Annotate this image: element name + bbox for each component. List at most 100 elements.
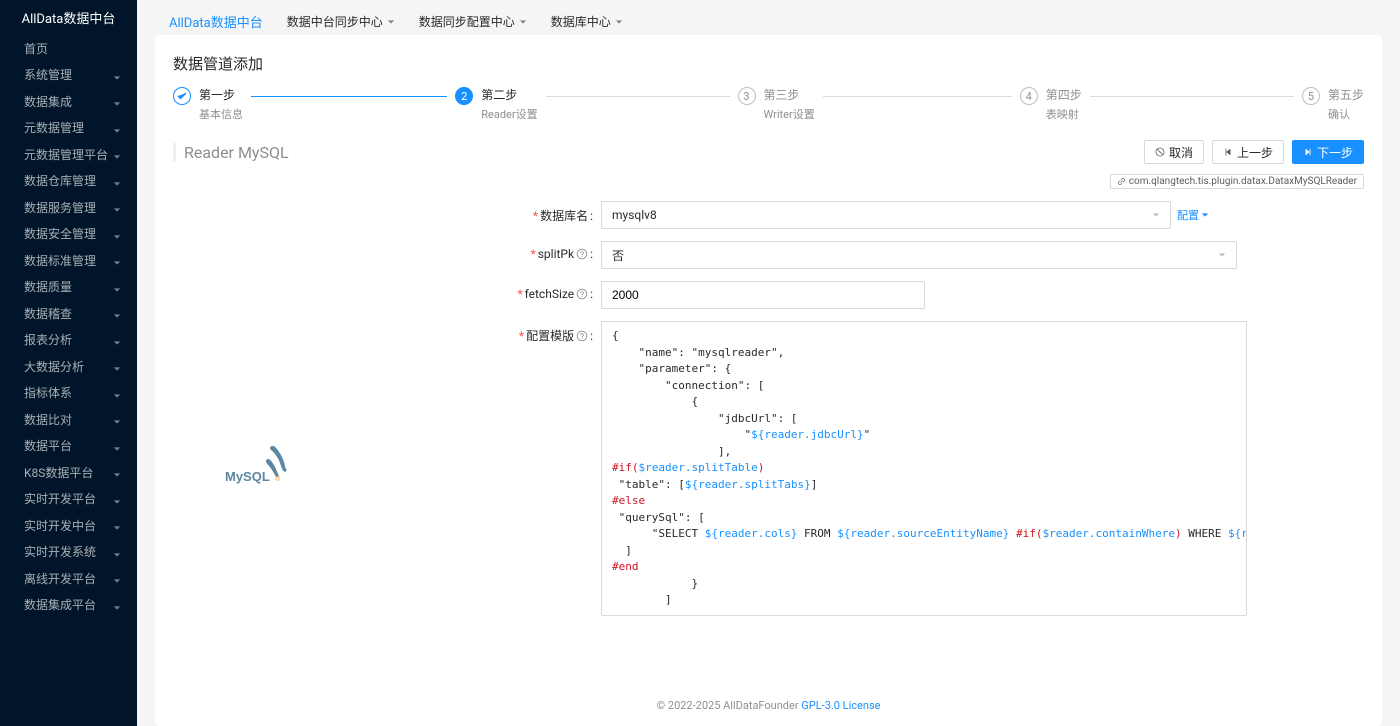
chevron-down-icon: [113, 468, 121, 476]
plugin-tag-label: com.qlangtech.tis.plugin.datax.DataxMySQ…: [1129, 176, 1357, 187]
sidebar-item[interactable]: 数据比对: [0, 406, 137, 433]
license-link[interactable]: GPL-3.0 License: [801, 699, 880, 712]
chevron-down-icon: [113, 283, 121, 291]
step-subtitle: Reader设置: [481, 106, 537, 122]
chevron-down-icon: [113, 574, 121, 582]
sidebar-item[interactable]: 报表分析: [0, 327, 137, 354]
sidebar-item[interactable]: K8S数据平台: [0, 459, 137, 486]
step-circle: [173, 87, 191, 105]
chevron-down-icon: [113, 495, 121, 503]
cancel-button[interactable]: 取消: [1144, 140, 1204, 164]
step-circle: 2: [455, 87, 473, 105]
sidebar-item-label: 数据比对: [24, 411, 72, 428]
fetchsize-input[interactable]: [601, 281, 925, 309]
template-code-editor[interactable]: { "name": "mysqlreader", "parameter": { …: [601, 321, 1247, 616]
chevron-down-icon: [1201, 211, 1209, 219]
topbar-item-label: 数据库中心: [551, 13, 611, 30]
db-name-label: 数据库名: [540, 207, 588, 224]
template-label: 配置模版: [526, 327, 574, 344]
colon: :: [590, 247, 593, 261]
step-circle: 3: [738, 87, 756, 105]
sidebar-item-label: 实时开发中台: [24, 517, 96, 534]
step-forward-icon: [1303, 147, 1313, 157]
sidebar-item[interactable]: 数据集成平台: [0, 592, 137, 619]
question-circle-icon[interactable]: [576, 288, 588, 300]
topbar: AllData数据中台 数据中台同步中心 数据同步配置中心 数据库中心: [155, 8, 1382, 35]
topbar-item-db-center[interactable]: 数据库中心: [551, 13, 623, 30]
step: 4第四步表映射: [1020, 86, 1302, 122]
next-button[interactable]: 下一步: [1292, 140, 1364, 164]
sidebar-item-label: 大数据分析: [24, 358, 84, 375]
sidebar-item[interactable]: 大数据分析: [0, 353, 137, 380]
sidebar-item-label: 实时开发平台: [24, 490, 96, 507]
chevron-down-icon: [113, 124, 121, 132]
sidebar-item[interactable]: 数据平台: [0, 433, 137, 460]
sidebar-item[interactable]: 数据稽查: [0, 300, 137, 327]
prev-button[interactable]: 上一步: [1212, 140, 1284, 164]
chevron-down-icon: [113, 150, 121, 158]
chevron-down-icon: [113, 415, 121, 423]
step-subtitle: 确认: [1328, 106, 1364, 122]
step-subtitle: 表映射: [1046, 106, 1082, 122]
sidebar-item[interactable]: 系统管理: [0, 62, 137, 89]
question-circle-icon[interactable]: [576, 248, 588, 260]
chevron-down-icon: [113, 97, 121, 105]
sidebar-item[interactable]: 数据仓库管理: [0, 168, 137, 195]
steps: 第一步基本信息2第二步Reader设置3第三步Writer设置4第四步表映射5第…: [155, 86, 1382, 122]
sidebar-item-label: 离线开发平台: [24, 570, 96, 587]
sidebar-item-label: 数据集成平台: [24, 596, 96, 613]
chevron-down-icon: [1152, 208, 1160, 222]
mysql-logo-icon: MySQL ®: [223, 441, 287, 485]
section-title: Reader MySQL: [173, 143, 289, 162]
sidebar-item[interactable]: 离线开发平台: [0, 565, 137, 592]
sidebar-item[interactable]: 元数据管理平台: [0, 141, 137, 168]
required-mark: *: [531, 247, 536, 261]
sidebar-item[interactable]: 数据服务管理: [0, 194, 137, 221]
sidebar-item[interactable]: 首页: [0, 35, 137, 62]
chevron-down-icon: [615, 15, 623, 29]
config-link-label: 配置: [1177, 207, 1199, 223]
chevron-down-icon: [113, 548, 121, 556]
sidebar-item[interactable]: 实时开发中台: [0, 512, 137, 539]
sidebar-item[interactable]: 数据标准管理: [0, 247, 137, 274]
topbar-brand[interactable]: AllData数据中台: [169, 12, 263, 31]
footer-text: © 2022-2025 AllDataFounder: [657, 699, 802, 712]
topbar-item-label: 数据同步配置中心: [419, 13, 515, 30]
svg-text:MySQL: MySQL: [225, 469, 270, 484]
sidebar-item[interactable]: 数据质量: [0, 274, 137, 301]
topbar-item-sync-config[interactable]: 数据同步配置中心: [419, 13, 527, 30]
step-subtitle: 基本信息: [199, 106, 243, 122]
chevron-down-icon: [113, 336, 121, 344]
sidebar-item-label: 数据仓库管理: [24, 172, 96, 189]
chevron-down-icon: [113, 256, 121, 264]
sidebar-item[interactable]: 实时开发系统: [0, 539, 137, 566]
sidebar-item-label: 指标体系: [24, 384, 72, 401]
splitpk-select[interactable]: 否: [601, 241, 1237, 269]
db-name-select[interactable]: mysqlv8: [601, 201, 1171, 229]
sidebar-item[interactable]: 实时开发平台: [0, 486, 137, 513]
sidebar-item[interactable]: 元数据管理: [0, 115, 137, 142]
page-title: 数据管道添加: [155, 53, 1382, 74]
config-link[interactable]: 配置: [1177, 207, 1209, 223]
required-mark: *: [517, 287, 522, 301]
required-mark: *: [519, 329, 524, 343]
footer: © 2022-2025 AllDataFounder GPL-3.0 Licen…: [155, 685, 1382, 726]
button-label: 下一步: [1317, 144, 1353, 161]
chevron-down-icon: [113, 309, 121, 317]
question-circle-icon[interactable]: [576, 330, 588, 342]
sidebar: AllData数据中台 首页系统管理数据集成元数据管理元数据管理平台数据仓库管理…: [0, 0, 137, 726]
chevron-down-icon: [113, 71, 121, 79]
step-connector: [1090, 96, 1294, 97]
step-title: 第三步: [764, 86, 815, 104]
chevron-down-icon: [113, 442, 121, 450]
plugin-tag[interactable]: com.qlangtech.tis.plugin.datax.DataxMySQ…: [1110, 174, 1364, 189]
check-icon: [177, 91, 187, 101]
sidebar-item[interactable]: 数据安全管理: [0, 221, 137, 248]
sidebar-item[interactable]: 指标体系: [0, 380, 137, 407]
chevron-down-icon: [113, 362, 121, 370]
topbar-item-sync-center[interactable]: 数据中台同步中心: [287, 13, 395, 30]
step-connector: [823, 96, 1012, 97]
colon: :: [590, 287, 593, 301]
sidebar-item[interactable]: 数据集成: [0, 88, 137, 115]
step-connector: [546, 96, 730, 97]
